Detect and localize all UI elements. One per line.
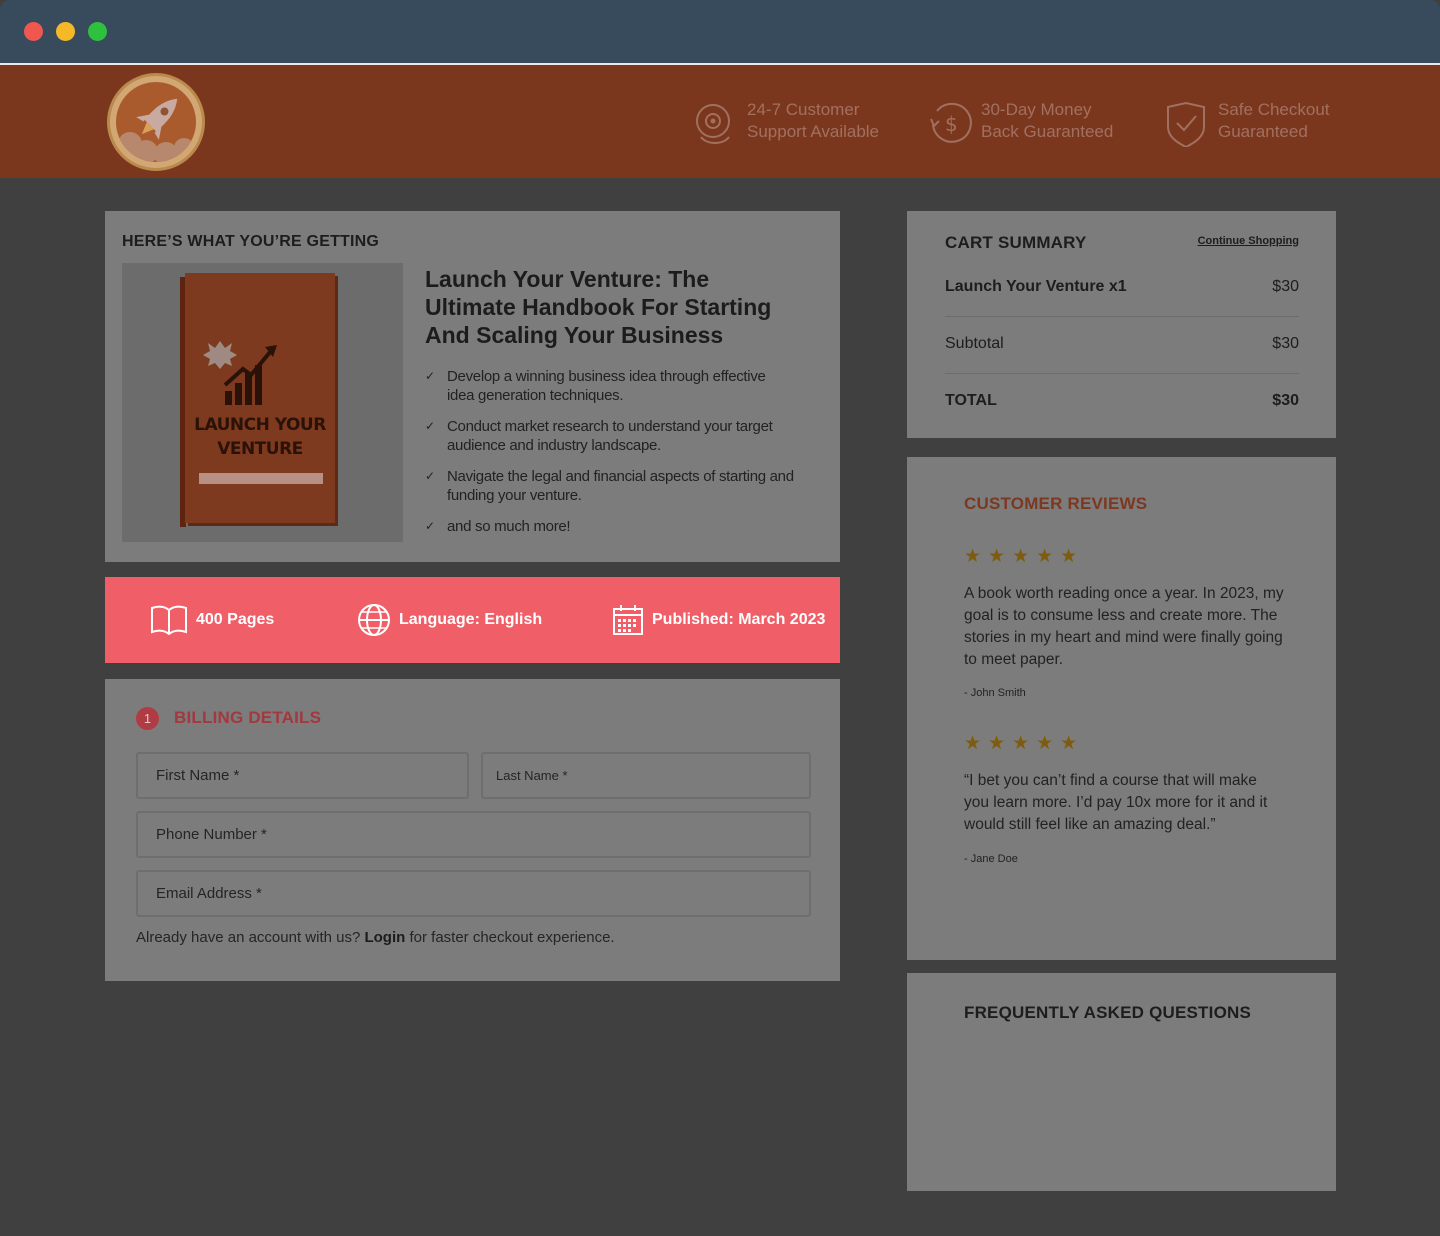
faq-section: FREQUENTLY ASKED QUESTIONS bbox=[907, 973, 1336, 1191]
review-author: - Jane Doe bbox=[964, 853, 1018, 865]
safe-checkout-line1: Safe Checkout bbox=[1218, 100, 1330, 119]
money-back-line2: Back Guaranteed bbox=[981, 122, 1114, 141]
maximize-window-button[interactable] bbox=[88, 22, 107, 41]
minimize-window-button[interactable] bbox=[56, 22, 75, 41]
calendar-icon bbox=[613, 605, 643, 635]
subtotal-label: Subtotal bbox=[945, 335, 1004, 352]
divider bbox=[945, 316, 1299, 317]
list-item: ✓ Navigate the legal and financial aspect… bbox=[425, 468, 794, 504]
list-item: ✓ and so much more! bbox=[425, 518, 571, 535]
cart-item-price: $30 bbox=[1272, 278, 1299, 295]
login-link[interactable]: Login bbox=[364, 929, 405, 946]
window-titlebar bbox=[0, 0, 1440, 63]
book-meta-strip: 400 Pages Language: English Published: M… bbox=[105, 577, 840, 663]
book-mockup: LAUNCH YOUR VENTURE bbox=[180, 273, 338, 528]
check-icon: ✓ bbox=[425, 469, 435, 483]
email-placeholder: Email Address * bbox=[156, 885, 262, 902]
review-text: “I bet you can’t find a course that will… bbox=[964, 772, 1268, 833]
email-field[interactable]: Email Address * bbox=[136, 870, 811, 917]
check-icon: ✓ bbox=[425, 519, 435, 533]
phone-placeholder: Phone Number * bbox=[156, 826, 267, 843]
first-name-placeholder: First Name * bbox=[156, 767, 240, 784]
check-icon: ✓ bbox=[425, 369, 435, 383]
product-card: HERE’S WHAT YOU’RE GETTING LAUNCH YOUR VE… bbox=[105, 211, 840, 562]
site-header: 24-7 Customer Support Available $ 30-Day … bbox=[0, 65, 1440, 178]
book-cover-title: LAUNCH YOUR VENTURE bbox=[194, 415, 326, 459]
svg-text:$: $ bbox=[945, 112, 958, 136]
pages-info: 400 Pages bbox=[150, 577, 274, 663]
close-window-button[interactable] bbox=[24, 22, 43, 41]
benefit-list: ✓ Develop a winning business idea through… bbox=[425, 367, 795, 548]
pages-label: 400 Pages bbox=[196, 611, 275, 628]
first-name-field[interactable]: First Name * bbox=[136, 752, 469, 799]
star-rating: ★★★★★ bbox=[964, 733, 1085, 754]
cart-item-label: Launch Your Venture x1 bbox=[945, 278, 1127, 295]
product-kicker: HERE’S WHAT YOU’RE GETTING bbox=[122, 233, 380, 250]
growth-chart-icon bbox=[203, 341, 277, 405]
cart-summary: CART SUMMARY Continue Shopping Launch Yo… bbox=[907, 211, 1336, 438]
product-title: Launch Your Venture: The Ultimate Handbo… bbox=[425, 266, 772, 348]
support-line2: Support Available bbox=[747, 122, 880, 141]
review-author: - John Smith bbox=[964, 687, 1026, 699]
subtotal-value: $30 bbox=[1272, 335, 1299, 352]
money-back-icon: $ bbox=[930, 102, 972, 143]
billing-title: BILLING DETAILS bbox=[174, 708, 322, 727]
open-book-icon bbox=[151, 605, 187, 636]
phone-number-field[interactable]: Phone Number * bbox=[136, 811, 811, 858]
rocket-icon bbox=[118, 98, 194, 162]
rocket-logo[interactable] bbox=[107, 73, 205, 171]
continue-shopping-link[interactable]: Continue Shopping bbox=[1198, 235, 1299, 247]
safe-checkout-line2: Guaranteed bbox=[1218, 122, 1308, 141]
cart-title: CART SUMMARY bbox=[945, 233, 1087, 252]
cart-item-row: Launch Your Venture x1 $30 bbox=[945, 278, 1299, 335]
list-item: ✓ Develop a winning business idea through… bbox=[425, 368, 766, 404]
total-row: TOTAL $30 bbox=[945, 392, 1299, 449]
review-text: A book worth reading once a year. In 202… bbox=[964, 585, 1284, 668]
language-info: Language: English bbox=[357, 577, 542, 663]
headset-icon bbox=[696, 104, 730, 144]
globe-icon bbox=[358, 604, 390, 636]
published-label: Published: March 2023 bbox=[652, 611, 826, 628]
total-label: TOTAL bbox=[945, 392, 997, 409]
last-name-field[interactable]: Last Name * bbox=[481, 752, 811, 799]
language-label: Language: English bbox=[399, 611, 543, 628]
total-value: $30 bbox=[1272, 392, 1299, 409]
shield-check-icon bbox=[1167, 101, 1205, 147]
list-item: ✓ Conduct market research to understand y… bbox=[425, 418, 773, 454]
faq-title: FREQUENTLY ASKED QUESTIONS bbox=[964, 1003, 1252, 1022]
check-icon: ✓ bbox=[425, 419, 435, 433]
subtotal-row: Subtotal $30 bbox=[945, 335, 1299, 392]
divider bbox=[945, 373, 1299, 374]
reviews-title: CUSTOMER REVIEWS bbox=[964, 494, 1148, 513]
support-line1: 24-7 Customer bbox=[747, 100, 860, 119]
billing-details-section: 1 BILLING DETAILS First Name * Last Name… bbox=[105, 679, 840, 981]
step-number-badge: 1 bbox=[136, 707, 159, 730]
published-info: Published: March 2023 bbox=[612, 577, 825, 663]
last-name-placeholder: Last Name * bbox=[496, 768, 568, 783]
star-rating: ★★★★★ bbox=[964, 546, 1085, 567]
customer-reviews: CUSTOMER REVIEWS ★★★★★ A book worth read… bbox=[907, 457, 1336, 960]
book-cover-image: LAUNCH YOUR VENTURE bbox=[122, 263, 403, 542]
login-note: Already have an account with us? Login f… bbox=[136, 929, 615, 946]
money-back-line1: 30-Day Money bbox=[981, 100, 1092, 119]
